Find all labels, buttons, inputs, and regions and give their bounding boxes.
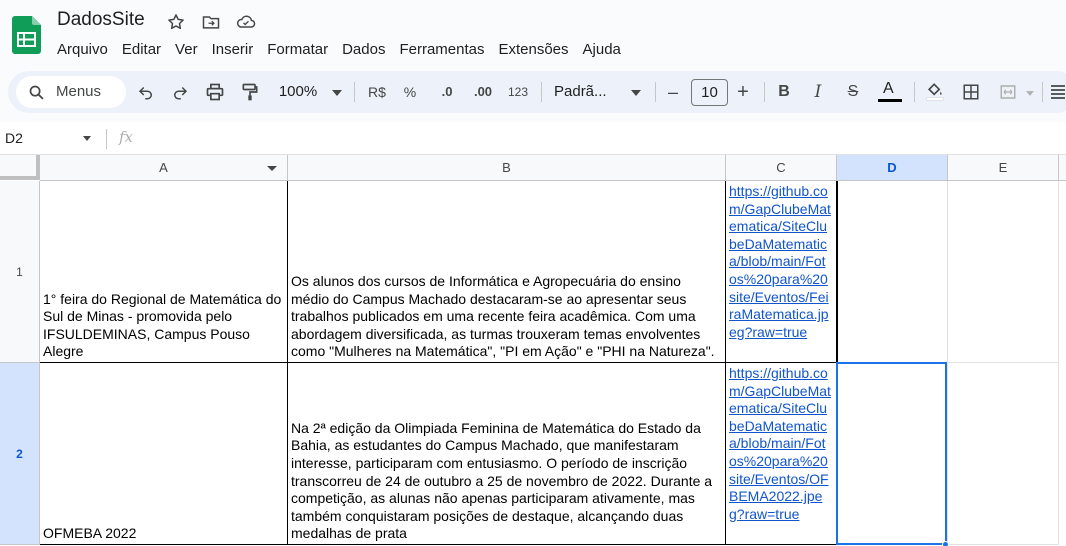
- row-header-1[interactable]: 1: [0, 181, 40, 363]
- column-header-label: A: [159, 160, 168, 175]
- chevron-down-icon[interactable]: [1024, 71, 1036, 113]
- cell-text: OFMEBA 2022: [43, 525, 137, 542]
- cell-c1[interactable]: https://github.com/GapClubeMatematica/Si…: [726, 181, 837, 363]
- chevron-down-icon[interactable]: [267, 166, 277, 171]
- cell-b1[interactable]: Os alunos dos cursos de Informática e Ag…: [288, 181, 726, 363]
- search-menus-input[interactable]: Menus: [16, 76, 126, 108]
- menu-ajuda[interactable]: Ajuda: [576, 39, 628, 61]
- cell-link[interactable]: https://github.com/GapClubeMatematica/Si…: [729, 183, 833, 341]
- menu-formatar[interactable]: Formatar: [260, 39, 335, 61]
- column-header-b[interactable]: B: [288, 155, 726, 181]
- fx-icon: fx: [119, 128, 134, 146]
- cell-a1[interactable]: 1° feira do Regional de Matemática do Su…: [40, 181, 288, 363]
- cell-c2[interactable]: https://github.com/GapClubeMatematica/Si…: [726, 363, 837, 545]
- align-icon[interactable]: [1050, 71, 1066, 113]
- formula-input[interactable]: [150, 129, 1050, 149]
- text-color-button[interactable]: A: [878, 71, 902, 113]
- document-title[interactable]: DadosSite: [57, 9, 145, 31]
- percent-format-button[interactable]: %: [401, 71, 419, 113]
- toolbar: Menus 100% R$ % .0 .00 123 Padrã... – 10…: [8, 71, 1066, 113]
- formula-bar: D2 fx: [0, 122, 1066, 155]
- formula-bar-divider: [106, 129, 107, 149]
- font-size-input[interactable]: 10: [691, 79, 728, 106]
- column-header-a[interactable]: A: [40, 155, 288, 181]
- menu-bar: Arquivo Editar Ver Inserir Formatar Dado…: [50, 39, 628, 61]
- column-header-d[interactable]: D: [837, 155, 948, 181]
- decrease-decimal-button[interactable]: .0: [435, 71, 459, 113]
- redo-icon[interactable]: [170, 71, 190, 113]
- currency-format-button[interactable]: R$: [364, 71, 390, 113]
- fill-handle[interactable]: [942, 541, 949, 546]
- menu-ver[interactable]: Ver: [168, 39, 205, 61]
- merge-cells-icon[interactable]: [996, 71, 1020, 113]
- sheets-logo-icon[interactable]: [12, 16, 41, 54]
- name-box[interactable]: D2: [5, 130, 23, 146]
- cell-a2[interactable]: OFMEBA 2022: [40, 363, 288, 545]
- paint-format-icon[interactable]: [239, 71, 261, 113]
- cell-b2[interactable]: Na 2ª edição da Olimpiada Feminina de Ma…: [288, 363, 726, 545]
- toolbar-divider: [1042, 82, 1043, 102]
- toolbar-divider: [541, 82, 542, 102]
- cloud-saved-icon[interactable]: [235, 12, 257, 34]
- menu-inserir[interactable]: Inserir: [205, 39, 261, 61]
- text-color-swatch: [878, 99, 902, 102]
- increase-decimal-button[interactable]: .00: [469, 71, 497, 113]
- more-formats-button[interactable]: 123: [506, 71, 530, 113]
- chevron-down-icon[interactable]: [629, 71, 643, 113]
- bold-button[interactable]: B: [776, 71, 792, 113]
- active-cell-selection: [836, 362, 947, 545]
- cell-text: Na 2ª edição da Olimpiada Feminina de Ma…: [291, 419, 713, 542]
- top-bar: DadosSite Arquivo Editar Ver Inserir For…: [0, 0, 1066, 68]
- toolbar-divider: [655, 82, 656, 102]
- toolbar-divider: [764, 82, 765, 102]
- cell-link[interactable]: https://github.com/GapClubeMatematica/Si…: [729, 365, 833, 523]
- toolbar-divider: [354, 82, 355, 102]
- menu-dados[interactable]: Dados: [335, 39, 392, 61]
- menu-ferramentas[interactable]: Ferramentas: [392, 39, 491, 61]
- increase-font-size-button[interactable]: +: [734, 71, 752, 113]
- row-header-2[interactable]: 2: [0, 363, 40, 545]
- borders-icon[interactable]: [960, 71, 982, 113]
- chevron-down-icon[interactable]: [83, 136, 91, 141]
- column-header-f[interactable]: [1059, 155, 1066, 181]
- menu-extensoes[interactable]: Extensões: [491, 39, 575, 61]
- toolbar-divider: [914, 82, 915, 102]
- search-icon: [29, 85, 44, 100]
- chevron-down-icon[interactable]: [330, 71, 344, 113]
- strikethrough-button[interactable]: S: [844, 71, 862, 113]
- undo-icon[interactable]: [136, 71, 156, 113]
- search-menus-label: Menus: [56, 83, 102, 100]
- cell-text: 1° feira do Regional de Matemática do Su…: [43, 290, 282, 360]
- spreadsheet-grid: A B C D E 1 1° feira do Regional de Mate…: [0, 155, 1066, 546]
- text-color-letter: A: [883, 80, 894, 97]
- menu-arquivo[interactable]: Arquivo: [50, 39, 115, 61]
- decrease-font-size-button[interactable]: –: [664, 71, 682, 113]
- star-icon[interactable]: [165, 12, 187, 34]
- cell-d1[interactable]: [837, 181, 948, 363]
- cell-e2[interactable]: [948, 363, 1059, 545]
- move-to-folder-icon[interactable]: [200, 12, 222, 34]
- column-header-c[interactable]: C: [726, 155, 837, 181]
- column-header-e[interactable]: E: [948, 155, 1059, 181]
- menu-editar[interactable]: Editar: [115, 39, 168, 61]
- cell-e1[interactable]: [948, 181, 1059, 363]
- italic-button[interactable]: I: [810, 71, 826, 113]
- fill-color-icon[interactable]: [924, 71, 946, 113]
- print-icon[interactable]: [204, 71, 226, 113]
- cell-text: Os alunos dos cursos de Informática e Ag…: [291, 273, 715, 360]
- select-all-corner[interactable]: [0, 155, 40, 180]
- font-family-select[interactable]: Padrã...: [554, 71, 614, 113]
- zoom-select[interactable]: 100%: [274, 71, 322, 113]
